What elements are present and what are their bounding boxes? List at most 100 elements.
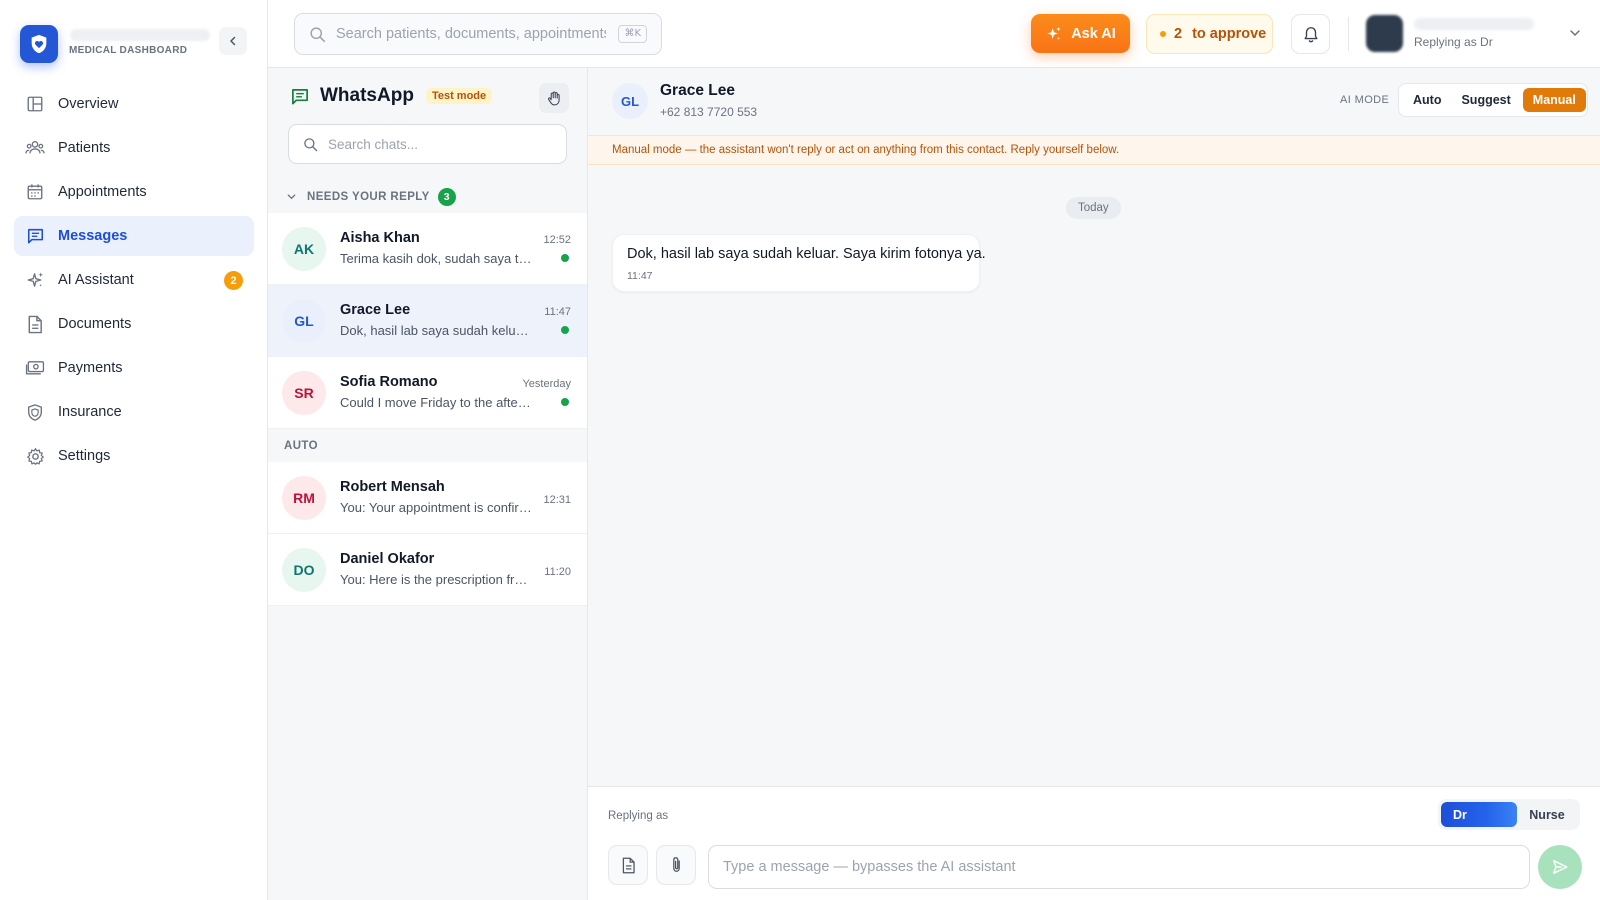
message-time: 11:47 [627, 270, 653, 282]
profile-menu[interactable]: Replying as Dr [1366, 12, 1586, 56]
sidebar-item-label: Insurance [58, 404, 122, 420]
template-button[interactable] [608, 845, 648, 885]
collapse-sidebar-button[interactable] [219, 27, 247, 55]
channel-name: WhatsApp [320, 85, 414, 106]
chat-preview: You: Your appointment is confirmed. [340, 500, 532, 515]
message-composer: Replying as Dr Nurse [588, 786, 1600, 900]
chevron-down-icon [1570, 30, 1580, 37]
status-dot-icon [1160, 31, 1166, 37]
send-icon [1552, 859, 1568, 875]
avatar: SR [282, 371, 326, 415]
avatar: DO [282, 548, 326, 592]
role-nurse-button[interactable]: Nurse [1517, 802, 1577, 827]
takeover-button[interactable] [539, 83, 569, 113]
sidebar-item-label: Settings [58, 448, 111, 464]
conversation-header: GL Grace Lee +62 813 7720 553 AI MODE Au… [588, 68, 1600, 135]
brand-name-blurred [70, 29, 210, 41]
chat-item-aisha-khan[interactable]: AK Aisha Khan Terima kasih dok, sudah sa… [268, 213, 587, 285]
avatar [1366, 15, 1403, 52]
date-divider: Today [1066, 197, 1121, 219]
unread-dot-icon [561, 326, 569, 334]
sidebar-item-label: Payments [58, 360, 123, 376]
section-needs-reply[interactable]: NEEDS YOUR REPLY 3 [268, 180, 587, 213]
sidebar-item-label: Messages [58, 228, 128, 244]
chat-search [288, 124, 567, 164]
profile-role: Replying as Dr [1414, 35, 1493, 49]
sidebar-item-label: AI Assistant [58, 272, 134, 288]
mode-auto-button[interactable]: Auto [1403, 88, 1451, 112]
chat-preview: Terima kasih dok, sudah saya transfer. [340, 251, 532, 266]
test-mode-badge: Test mode [425, 88, 493, 104]
sparkles-icon [25, 270, 45, 290]
message-input[interactable] [708, 845, 1530, 889]
unread-dot-icon [561, 254, 569, 262]
sidebar-item-label: Documents [58, 316, 132, 332]
chat-item-daniel-okafor[interactable]: DO Daniel Okafor You: Here is the prescr… [268, 534, 587, 606]
sidebar-item-payments[interactable]: Payments [14, 348, 254, 388]
notifications-button[interactable] [1291, 14, 1330, 54]
ask-ai-button[interactable]: Ask AI [1031, 14, 1130, 53]
avatar: AK [282, 227, 326, 271]
sidebar-item-settings[interactable]: Settings [14, 436, 254, 476]
chat-time: 12:52 [543, 234, 571, 246]
document-icon [622, 857, 635, 873]
cash-icon [25, 358, 45, 378]
chat-item-robert-mensah[interactable]: RM Robert Mensah You: Your appointment i… [268, 462, 587, 534]
layout-icon [25, 94, 45, 114]
role-dr-button[interactable]: Dr [1441, 802, 1517, 827]
search-shortcut-hint: ⌘K [618, 25, 647, 43]
sidebar-item-overview[interactable]: Overview [14, 84, 254, 124]
approve-count: 2 [1174, 26, 1183, 42]
chat-time: 12:31 [543, 494, 571, 506]
contact-phone: +62 813 7720 553 [660, 105, 758, 119]
document-icon [25, 314, 45, 334]
chat-name: Daniel Okafor [340, 551, 435, 567]
shield-icon [25, 402, 45, 422]
approve-label: to approve [1192, 26, 1267, 42]
sidebar: MEDICAL DASHBOARD Overview Patients Appo… [0, 0, 268, 900]
section-auto: AUTO [268, 429, 587, 462]
sidebar-item-appointments[interactable]: Appointments [14, 172, 254, 212]
chat-search-input[interactable] [328, 136, 548, 152]
chat-list-header: WhatsApp Test mode [268, 68, 587, 180]
bell-icon [1303, 26, 1318, 42]
brand-subtitle: MEDICAL DASHBOARD [69, 45, 188, 56]
global-search-input[interactable] [336, 26, 606, 42]
avatar: RM [282, 476, 326, 520]
chat-name: Grace Lee [340, 302, 411, 318]
chat-item-grace-lee[interactable]: GL Grace Lee Dok, hasil lab saya sudah k… [268, 285, 587, 357]
ai-mode-switch: Auto Suggest Manual [1398, 83, 1588, 117]
global-search: ⌘K [294, 13, 662, 55]
replying-as-label: Replying as [608, 810, 669, 822]
search-icon [304, 137, 318, 151]
chat-time: Yesterday [522, 378, 571, 390]
sidebar-item-messages[interactable]: Messages [14, 216, 254, 256]
message-text: Dok, hasil lab saya sudah keluar. Saya k… [627, 246, 986, 262]
sidebar-item-patients[interactable]: Patients [14, 128, 254, 168]
ai-assistant-count-badge: 2 [224, 271, 243, 290]
manual-mode-banner: Manual mode — the assistant won't reply … [588, 135, 1600, 165]
ai-mode-label: AI MODE [1340, 94, 1390, 106]
reply-role-toggle: Dr Nurse [1438, 799, 1580, 830]
mode-suggest-button[interactable]: Suggest [1451, 88, 1520, 112]
section-label: NEEDS YOUR REPLY [307, 190, 430, 203]
sidebar-item-insurance[interactable]: Insurance [14, 392, 254, 432]
chat-item-sofia-romano[interactable]: SR Sofia Romano Could I move Friday to t… [268, 357, 587, 429]
avatar: GL [612, 83, 648, 119]
sidebar-item-documents[interactable]: Documents [14, 304, 254, 344]
chat-preview: Dok, hasil lab saya sudah keluar. Saya k… [340, 323, 532, 338]
chat-time: 11:47 [544, 306, 571, 318]
attach-button[interactable] [656, 845, 696, 885]
users-icon [25, 138, 45, 158]
mode-manual-button[interactable]: Manual [1522, 88, 1586, 112]
sidebar-item-label: Overview [58, 96, 119, 112]
hand-icon [548, 91, 560, 105]
send-button[interactable] [1538, 845, 1582, 889]
topbar-divider [1348, 17, 1349, 51]
heart-shield-logo-icon[interactable] [20, 25, 58, 63]
pending-approvals-button[interactable]: 2 to approve [1146, 14, 1273, 54]
sidebar-item-label: Patients [58, 140, 111, 156]
sidebar-item-ai-assistant[interactable]: AI Assistant 2 [14, 260, 254, 300]
message-icon [25, 226, 45, 246]
chat-list-panel: WhatsApp Test mode NEEDS YOUR REPLY 3 AK… [268, 68, 588, 900]
